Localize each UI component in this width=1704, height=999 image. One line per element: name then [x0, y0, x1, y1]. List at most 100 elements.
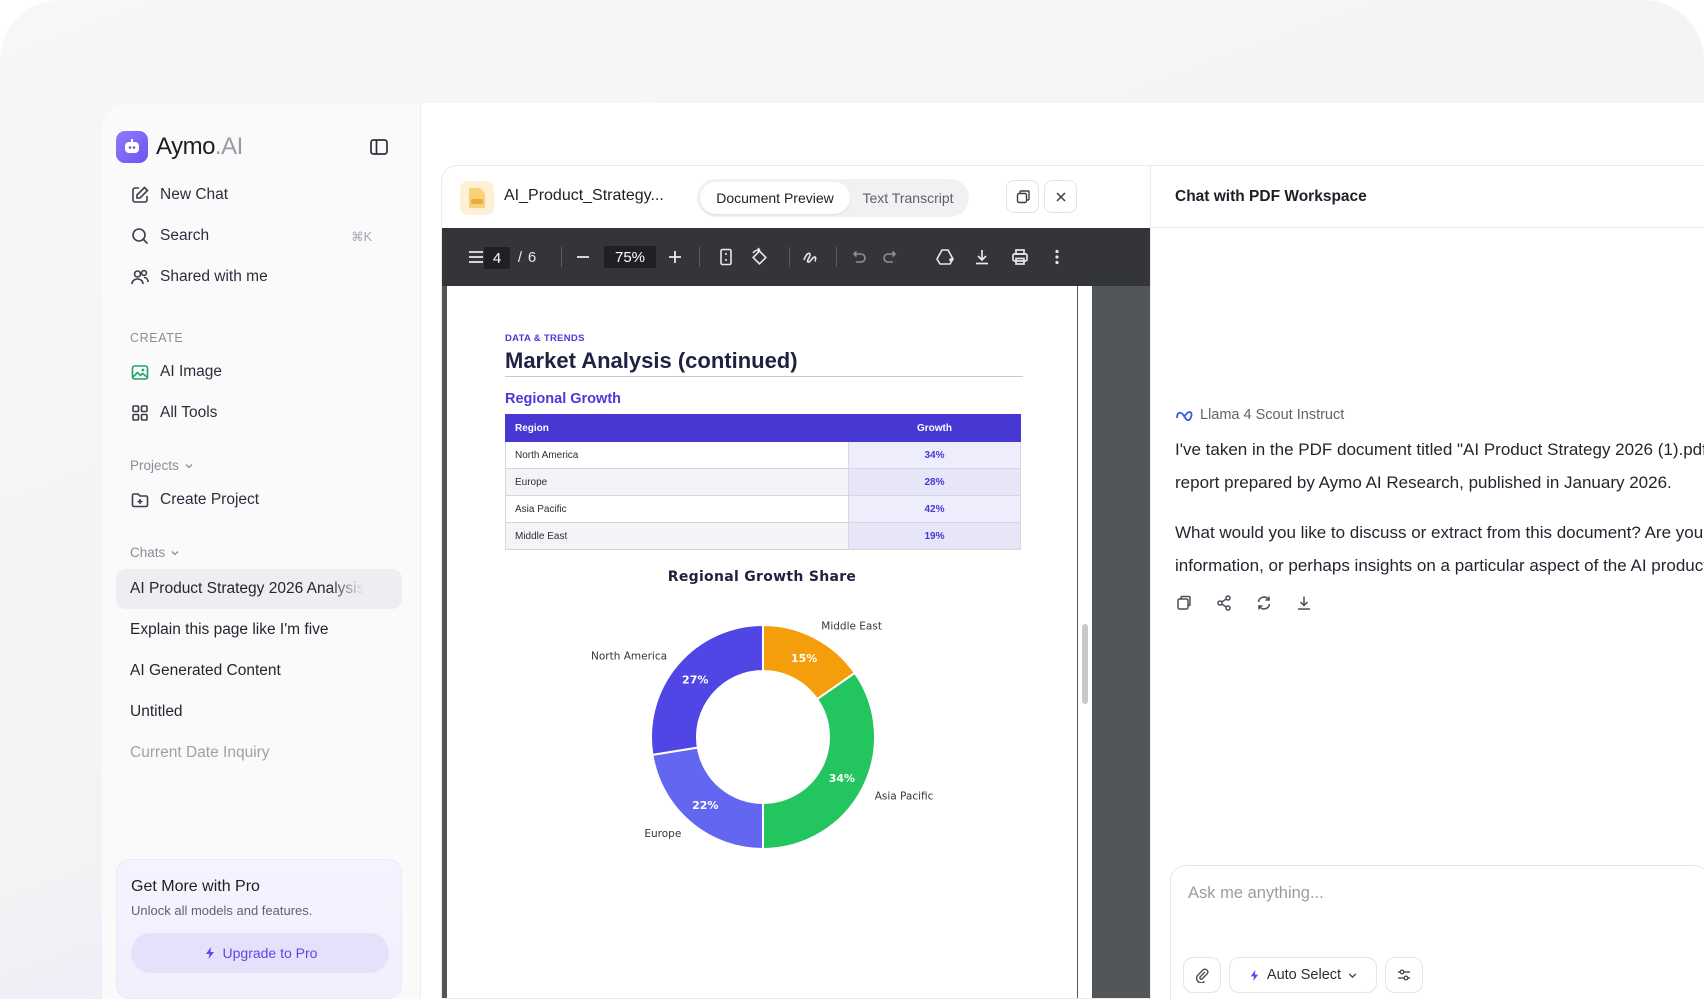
- pdf-viewer-toolbar: 4 / 6 75%: [442, 228, 1150, 286]
- download-message-icon[interactable]: [1295, 594, 1315, 614]
- table-header-cell: Growth: [848, 414, 1021, 442]
- chat-item[interactable]: AI Generated Content: [116, 651, 402, 691]
- drive-save-icon[interactable]: [934, 228, 956, 286]
- model-select-dropdown[interactable]: Auto Select: [1229, 957, 1377, 993]
- new-chat-label: New Chat: [160, 186, 229, 203]
- page-scrollbar-thumb[interactable]: [1082, 624, 1088, 704]
- sliders-icon: [1398, 969, 1410, 981]
- close-button[interactable]: [1044, 180, 1077, 213]
- table-row: North America 34%: [505, 441, 1021, 469]
- page-number-input[interactable]: 4: [484, 247, 510, 269]
- table-cell: North America: [505, 441, 849, 469]
- table-row: Middle East 19%: [505, 522, 1021, 550]
- create-project-button[interactable]: Create Project: [116, 481, 390, 519]
- heading-divider: [505, 376, 1023, 377]
- app-window: Aymo.AI New Chat Search ⌘K Shared with m…: [102, 103, 1704, 999]
- chat-panel-title: Chat with PDF Workspace: [1175, 188, 1367, 205]
- table-cell: Europe: [505, 468, 849, 496]
- undo-icon[interactable]: [847, 228, 869, 286]
- model-name: Llama 4 Scout Instruct: [1200, 407, 1345, 423]
- slice-percent-label: 15%: [791, 652, 817, 665]
- tab-text-transcript[interactable]: Text Transcript: [850, 182, 966, 214]
- brand-logo[interactable]: Aymo.AI: [116, 131, 243, 163]
- shared-label: Shared with me: [160, 268, 268, 285]
- bolt-icon: [205, 947, 214, 959]
- table-cell: 19%: [848, 522, 1021, 550]
- upgrade-button-label: Upgrade to Pro: [222, 945, 318, 961]
- chevron-down-icon: [185, 463, 193, 468]
- model-attribution: Llama 4 Scout Instruct: [1175, 407, 1344, 423]
- slice-category-label: Europe: [644, 828, 681, 840]
- fit-page-icon[interactable]: [715, 228, 737, 286]
- redo-icon[interactable]: [880, 228, 902, 286]
- assistant-message-line: information, or perhaps insights on a pa…: [1175, 556, 1704, 575]
- zoom-out-icon[interactable]: [572, 228, 594, 286]
- slice-percent-label: 34%: [829, 772, 855, 785]
- chat-item-label: Untitled: [130, 703, 183, 720]
- shared-with-me-button[interactable]: Shared with me: [116, 258, 390, 296]
- upgrade-button[interactable]: Upgrade to Pro: [131, 933, 389, 973]
- upgrade-subtitle: Unlock all models and features.: [131, 903, 313, 918]
- chevron-down-icon: [171, 550, 179, 555]
- chat-item[interactable]: Current Date Inquiry: [116, 733, 402, 773]
- download-icon[interactable]: [971, 228, 993, 286]
- document-file-name: AI_Product_Strategy...: [504, 187, 664, 204]
- search-button[interactable]: Search ⌘K: [116, 217, 390, 255]
- chats-label: Chats: [130, 545, 166, 560]
- chat-item-label: Current Date Inquiry: [130, 744, 270, 761]
- draw-icon[interactable]: [800, 228, 822, 286]
- folder-plus-icon: [131, 493, 149, 508]
- assistant-message-line: report prepared by Aymo AI Research, pub…: [1175, 473, 1672, 492]
- attach-button[interactable]: [1183, 957, 1221, 993]
- search-label: Search: [160, 227, 210, 244]
- chat-item[interactable]: Explain this page like I'm five: [116, 610, 402, 650]
- brand-name: Aymo.AI: [156, 133, 243, 160]
- edit-icon: [132, 186, 149, 203]
- table-cell: 42%: [848, 495, 1021, 523]
- more-vertical-icon[interactable]: [1047, 228, 1067, 286]
- zoom-in-icon[interactable]: [664, 228, 686, 286]
- chat-input[interactable]: [1188, 884, 1588, 903]
- print-icon[interactable]: [1009, 228, 1031, 286]
- image-icon: [131, 365, 149, 380]
- pdf-page: DATA & TRENDS Market Analysis (continued…: [447, 286, 1077, 998]
- paperclip-icon: [1195, 968, 1209, 983]
- copy-button[interactable]: [1006, 180, 1039, 213]
- projects-section-toggle[interactable]: Projects: [130, 458, 194, 473]
- close-icon: [1055, 191, 1066, 202]
- chat-header: Chat with PDF Workspace: [1151, 166, 1704, 228]
- pdf-page-area: DATA & TRENDS Market Analysis (continued…: [442, 286, 1150, 998]
- copy-icon: [1016, 189, 1030, 203]
- all-tools-button[interactable]: All Tools: [116, 394, 390, 432]
- settings-button[interactable]: [1385, 957, 1423, 993]
- table-header-cell: Region: [505, 414, 849, 442]
- new-chat-button[interactable]: New Chat: [116, 176, 390, 214]
- sidebar: Aymo.AI New Chat Search ⌘K Shared with m…: [102, 103, 421, 999]
- regenerate-icon[interactable]: [1255, 594, 1275, 614]
- chat-item-label: Explain this page like I'm five: [130, 621, 329, 638]
- share-icon[interactable]: [1215, 594, 1235, 614]
- chats-section-toggle[interactable]: Chats: [130, 545, 180, 560]
- page-kicker: DATA & TRENDS: [505, 333, 585, 344]
- bolt-icon: [1250, 969, 1259, 981]
- chat-input-box: Auto Select: [1170, 865, 1704, 999]
- tab-document-preview[interactable]: Document Preview: [700, 182, 850, 214]
- rotate-icon[interactable]: [748, 228, 770, 286]
- sidebar-toggle-icon[interactable]: [368, 136, 390, 158]
- copy-message-icon[interactable]: [1175, 594, 1195, 614]
- chevron-down-icon: [1348, 972, 1357, 978]
- toolbar-divider: [789, 247, 790, 267]
- logo-icon: [116, 131, 148, 163]
- zoom-level[interactable]: 75%: [604, 246, 656, 268]
- ai-image-button[interactable]: AI Image: [116, 353, 390, 391]
- toolbar-divider: [561, 247, 562, 267]
- users-icon: [131, 269, 149, 285]
- search-shortcut: ⌘K: [351, 229, 372, 244]
- create-section-label: CREATE: [130, 331, 184, 345]
- chat-item[interactable]: Untitled: [116, 692, 402, 732]
- chat-panel: Chat with PDF Workspace Llama 4 Scout In…: [1151, 165, 1704, 999]
- page-total: 6: [527, 248, 537, 266]
- section-heading: Regional Growth: [505, 391, 621, 407]
- chat-item-active[interactable]: AI Product Strategy 2026 Analysis: [116, 569, 402, 609]
- slice-category-label: Asia Pacific: [875, 790, 934, 802]
